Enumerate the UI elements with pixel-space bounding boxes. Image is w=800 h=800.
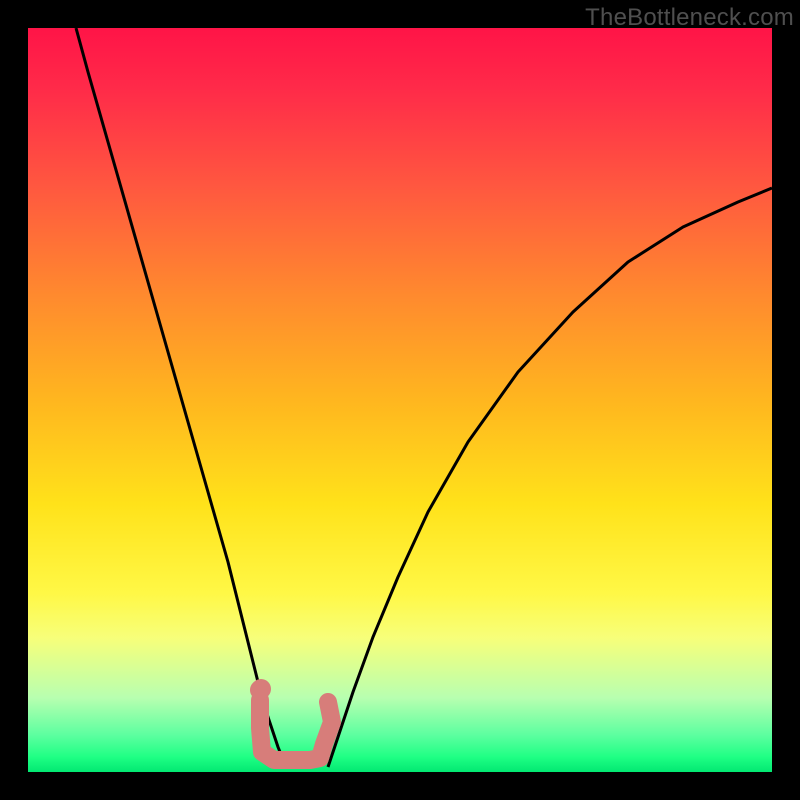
series-left-branch <box>76 28 286 767</box>
series-squiggle-dot <box>260 689 261 690</box>
plot-area <box>28 28 772 772</box>
series-right-branch <box>328 188 772 767</box>
curve-layer <box>28 28 772 772</box>
chart-frame: TheBottleneck.com <box>0 0 800 800</box>
